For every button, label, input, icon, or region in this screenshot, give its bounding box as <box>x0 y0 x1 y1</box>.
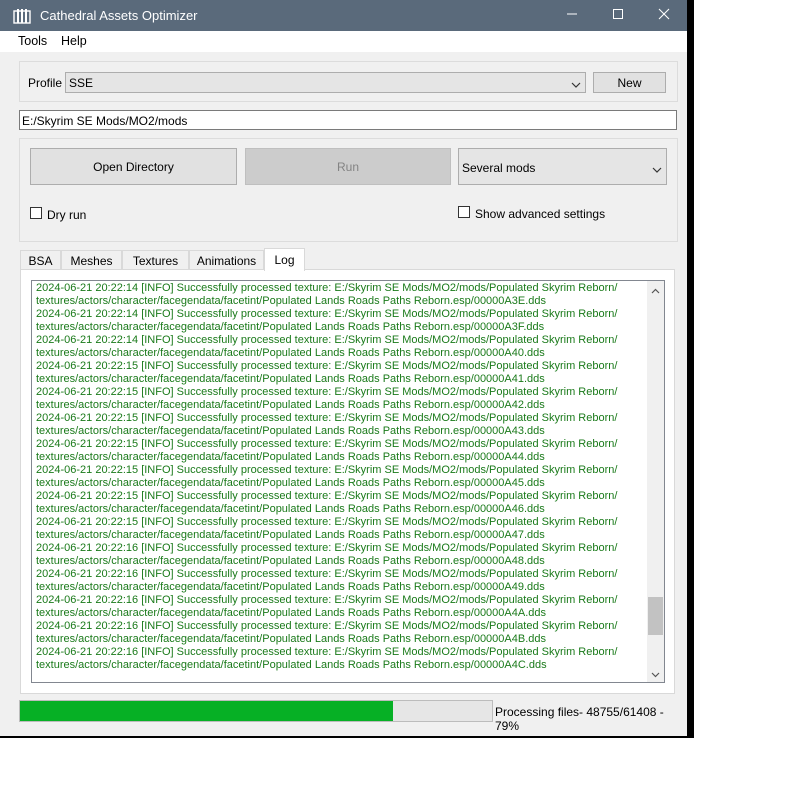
log-line: 2024-06-21 20:22:16 [INFO] Successfully … <box>36 646 618 658</box>
log-line: 2024-06-21 20:22:16 [INFO] Successfully … <box>36 594 618 606</box>
tab-textures[interactable]: Textures <box>122 250 189 270</box>
log-line: 2024-06-21 20:22:15 [INFO] Successfully … <box>36 516 618 528</box>
window-title: Cathedral Assets Optimizer <box>40 8 198 23</box>
client-area: Tools Help Profile SSE New E:/Skyrim SE … <box>0 31 687 736</box>
mode-value: Several mods <box>462 161 536 175</box>
log-line: 2024-06-21 20:22:14 [INFO] Successfully … <box>36 334 618 346</box>
log-line: 2024-06-21 20:22:16 [INFO] Successfully … <box>36 568 618 580</box>
run-button[interactable]: Run <box>245 148 451 185</box>
scroll-thumb[interactable] <box>648 597 663 636</box>
progress-fill <box>20 701 393 721</box>
log-line: textures/actors/character/facegendata/fa… <box>36 399 545 411</box>
log-line: textures/actors/character/facegendata/fa… <box>36 373 545 385</box>
scroll-down-button[interactable] <box>647 665 664 682</box>
tab-log[interactable]: Log <box>264 248 305 271</box>
chevron-down-icon <box>571 78 581 88</box>
dry-run-checkbox[interactable] <box>30 207 42 219</box>
log-line: textures/actors/character/facegendata/fa… <box>36 321 545 333</box>
dry-run-label: Dry run <box>47 208 87 222</box>
log-line: textures/actors/character/facegendata/fa… <box>36 477 545 489</box>
mods-path-input[interactable]: E:/Skyrim SE Mods/MO2/mods <box>19 110 677 130</box>
mode-select[interactable]: Several mods <box>458 148 667 185</box>
log-line: textures/actors/character/facegendata/fa… <box>36 425 545 437</box>
progress-bar <box>19 700 493 722</box>
log-line: textures/actors/character/facegendata/fa… <box>36 295 546 307</box>
maximize-icon <box>612 8 624 23</box>
chevron-up-icon <box>651 283 660 297</box>
open-directory-button[interactable]: Open Directory <box>30 148 237 185</box>
menu-help[interactable]: Help <box>61 34 87 48</box>
log-line: 2024-06-21 20:22:16 [INFO] Successfully … <box>36 542 618 554</box>
cathedral-icon <box>13 8 31 24</box>
log-lines: 2024-06-21 20:22:14 [INFO] Successfully … <box>36 282 648 672</box>
minimize-icon <box>566 8 578 23</box>
log-line: textures/actors/character/facegendata/fa… <box>36 555 545 567</box>
chevron-down-icon <box>651 667 660 681</box>
new-profile-button[interactable]: New <box>593 72 666 93</box>
log-line: textures/actors/character/facegendata/fa… <box>36 451 545 463</box>
title-bar[interactable]: Cathedral Assets Optimizer <box>0 0 687 31</box>
mods-path-value: E:/Skyrim SE Mods/MO2/mods <box>22 114 188 128</box>
close-button[interactable] <box>641 0 687 31</box>
log-line: 2024-06-21 20:22:16 [INFO] Successfully … <box>36 620 618 632</box>
log-line: textures/actors/character/facegendata/fa… <box>36 503 545 515</box>
log-line: 2024-06-21 20:22:15 [INFO] Successfully … <box>36 360 618 372</box>
profile-group: Profile SSE New <box>19 61 678 102</box>
log-line: textures/actors/character/facegendata/fa… <box>36 529 545 541</box>
log-line: 2024-06-21 20:22:15 [INFO] Successfully … <box>36 464 618 476</box>
profile-select[interactable]: SSE <box>65 72 586 93</box>
log-line: textures/actors/character/facegendata/fa… <box>36 633 546 645</box>
tab-meshes[interactable]: Meshes <box>61 250 122 270</box>
minimize-button[interactable] <box>549 0 595 31</box>
menu-tools[interactable]: Tools <box>18 34 47 48</box>
chevron-down-icon <box>652 163 662 173</box>
app-window: Cathedral Assets Optimizer Tools Help Pr… <box>0 0 694 738</box>
tab-animations[interactable]: Animations <box>189 250 264 270</box>
maximize-button[interactable] <box>595 0 641 31</box>
show-advanced-checkbox[interactable] <box>458 206 470 218</box>
log-tab-pane: 2024-06-21 20:22:14 [INFO] Successfully … <box>20 269 675 694</box>
actions-group: Open Directory Run Several mods Dry run … <box>19 138 678 242</box>
log-line: 2024-06-21 20:22:15 [INFO] Successfully … <box>36 490 618 502</box>
log-line: textures/actors/character/facegendata/fa… <box>36 347 545 359</box>
log-line: textures/actors/character/facegendata/fa… <box>36 659 547 671</box>
scroll-up-button[interactable] <box>647 281 664 298</box>
log-line: 2024-06-21 20:22:15 [INFO] Successfully … <box>36 386 618 398</box>
close-icon <box>658 8 670 23</box>
log-line: 2024-06-21 20:22:15 [INFO] Successfully … <box>36 412 618 424</box>
log-line: textures/actors/character/facegendata/fa… <box>36 607 546 619</box>
show-advanced-label: Show advanced settings <box>475 207 606 221</box>
log-output[interactable]: 2024-06-21 20:22:14 [INFO] Successfully … <box>31 280 665 683</box>
profile-label: Profile <box>28 76 63 90</box>
tab-bsa[interactable]: BSA <box>20 250 61 270</box>
log-line: 2024-06-21 20:22:14 [INFO] Successfully … <box>36 308 618 320</box>
menu-bar: Tools Help <box>0 31 687 52</box>
log-line: textures/actors/character/facegendata/fa… <box>36 581 545 593</box>
progress-text: Processing files- 48755/61408 - 79% <box>495 705 664 733</box>
log-line: 2024-06-21 20:22:15 [INFO] Successfully … <box>36 438 618 450</box>
log-scrollbar[interactable] <box>647 281 664 682</box>
log-line: 2024-06-21 20:22:14 [INFO] Successfully … <box>36 282 618 294</box>
profile-value: SSE <box>69 76 94 90</box>
